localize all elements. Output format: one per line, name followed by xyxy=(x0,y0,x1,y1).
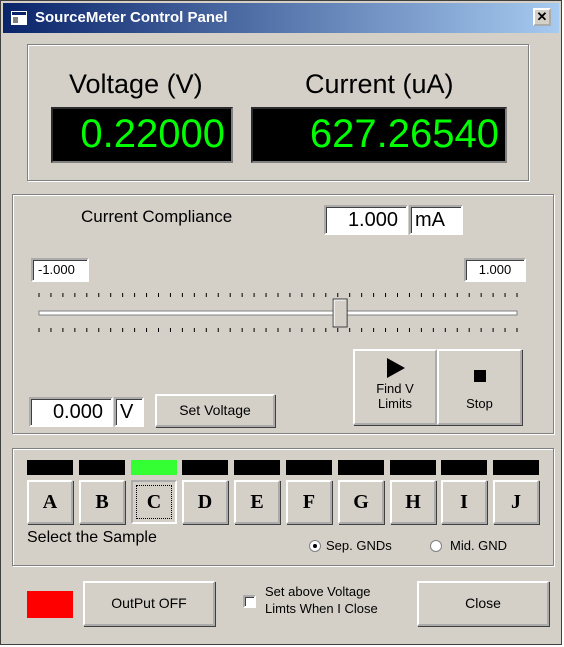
sample-button-c[interactable]: C xyxy=(131,480,177,524)
slider-min-field[interactable]: -1.000 xyxy=(31,258,89,282)
set-limits-checkbox[interactable] xyxy=(243,595,256,608)
sample-indicator-b xyxy=(79,460,125,475)
sep-gnds-label: Sep. GNDs xyxy=(326,538,392,553)
window-title: SourceMeter Control Panel xyxy=(35,9,228,26)
voltage-unit-text: V xyxy=(120,401,134,423)
app-icon xyxy=(11,11,27,25)
sample-indicator-c xyxy=(131,460,177,475)
sample-button-e[interactable]: E xyxy=(234,480,280,524)
find-label-1: Find V xyxy=(376,381,414,396)
select-sample-label: Select the Sample xyxy=(27,529,157,546)
sample-indicator-h xyxy=(390,460,436,475)
sample-button-f[interactable]: F xyxy=(286,480,332,524)
checkbox-label-1: Set above Voltage xyxy=(265,584,371,599)
compliance-unit: mA xyxy=(409,205,463,235)
voltage-display: 0.22000 xyxy=(51,107,233,163)
sample-indicator-g xyxy=(338,460,384,475)
stop-icon xyxy=(473,370,486,382)
mid-gnd-radio[interactable] xyxy=(430,540,442,552)
compliance-unit-text: mA xyxy=(415,209,445,231)
sample-indicator-e xyxy=(234,460,280,475)
compliance-value: 1.000 xyxy=(347,209,398,231)
compliance-label: Current Compliance xyxy=(81,207,233,226)
close-icon[interactable]: ✕ xyxy=(533,8,551,26)
sample-button-h[interactable]: H xyxy=(390,480,436,524)
set-voltage-button[interactable]: Set Voltage xyxy=(155,394,275,427)
voltage-label: Voltage (V) xyxy=(69,69,203,99)
output-off-button[interactable]: OutPut OFF xyxy=(83,581,215,626)
slider-track xyxy=(38,310,518,316)
sample-button-j[interactable]: J xyxy=(493,480,539,524)
sample-button-g[interactable]: G xyxy=(338,480,384,524)
sample-indicator-i xyxy=(441,460,487,475)
stop-button[interactable]: Stop xyxy=(437,349,522,425)
title-bar[interactable]: SourceMeter Control Panel ✕ xyxy=(3,3,559,33)
sample-button-a[interactable]: A xyxy=(27,480,73,524)
voltage-slider[interactable] xyxy=(37,291,519,333)
voltage-field[interactable]: 0.000 xyxy=(29,397,113,427)
close-button[interactable]: Close xyxy=(417,581,549,626)
find-v-limits-button[interactable]: Find V Limits xyxy=(353,349,437,425)
current-label: Current (uA) xyxy=(305,69,454,99)
sample-indicator-f xyxy=(286,460,332,475)
mid-gnd-label: Mid. GND xyxy=(450,538,508,553)
sourcemeter-window: SourceMeter Control Panel ✕ Voltage (V) … xyxy=(0,0,562,645)
checkbox-label-2: Limts When I Close xyxy=(265,601,378,616)
voltage-value: 0.000 xyxy=(52,401,103,423)
sep-gnds-radio[interactable] xyxy=(309,540,321,552)
slider-min-value: -1.000 xyxy=(38,262,75,277)
slider-ticks-top xyxy=(38,293,518,297)
sample-button-d[interactable]: D xyxy=(182,480,228,524)
slider-max-value: 1.000 xyxy=(478,262,512,277)
voltage-unit: V xyxy=(114,397,144,427)
compliance-field[interactable]: 1.000 xyxy=(324,205,408,235)
find-label-2: Limits xyxy=(378,396,412,411)
sample-indicator-d xyxy=(182,460,228,475)
stop-label: Stop xyxy=(466,396,493,411)
output-indicator xyxy=(27,591,73,618)
play-icon xyxy=(387,358,405,378)
sample-indicator-j xyxy=(493,460,539,475)
sample-button-b[interactable]: B xyxy=(79,480,125,524)
sample-button-i[interactable]: I xyxy=(441,480,487,524)
sample-indicator-a xyxy=(27,460,73,475)
current-display: 627.26540 xyxy=(251,107,507,163)
slider-ticks-bottom xyxy=(38,328,518,332)
slider-max-field[interactable]: 1.000 xyxy=(464,258,526,282)
slider-thumb[interactable] xyxy=(332,298,348,328)
